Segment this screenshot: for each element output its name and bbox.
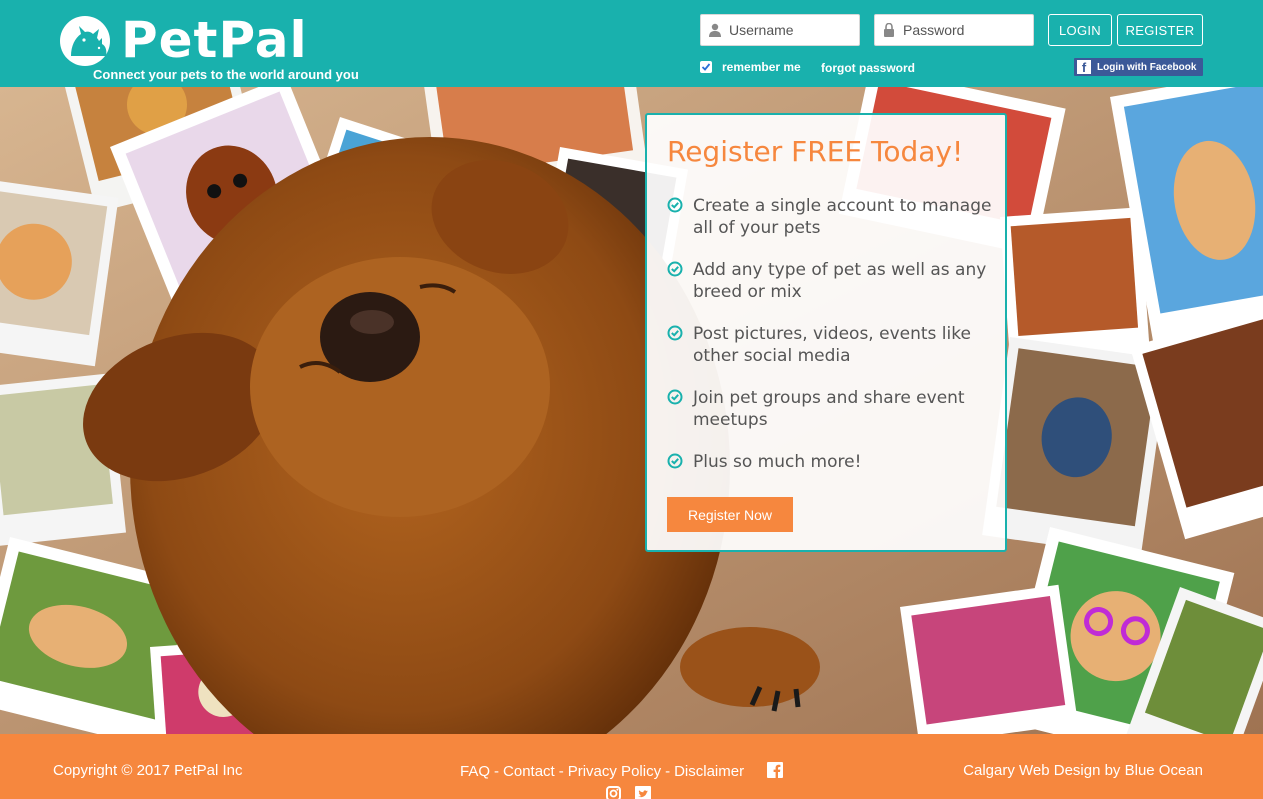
contact-link[interactable]: Contact — [503, 763, 555, 780]
design-credit[interactable]: Calgary Web Design by Blue Ocean — [963, 762, 1203, 779]
feature-text: Create a single account to manage all of… — [693, 196, 992, 238]
feature-text: Add any type of pet as well as any breed… — [693, 260, 987, 302]
feature-item: Post pictures, videos, events like other… — [667, 323, 993, 367]
register-card: Register FREE Today! Create a single acc… — [645, 113, 1007, 552]
copyright-text: Copyright © 2017 PetPal Inc — [53, 762, 243, 779]
hero-collage-image — [0, 87, 1263, 734]
facebook-login-label: Login with Facebook — [1097, 61, 1197, 73]
site-footer: Copyright © 2017 PetPal Inc FAQ - Contac… — [0, 734, 1263, 799]
remember-me[interactable]: remember me — [700, 60, 801, 74]
link-separator: - — [558, 763, 564, 780]
lock-icon — [875, 15, 903, 45]
forgot-password-link[interactable]: forgot password — [821, 61, 915, 75]
footer-links: FAQ - Contact - Privacy Policy - Disclai… — [460, 763, 744, 780]
check-circle-icon — [667, 325, 683, 341]
hero-background-photo: Register FREE Today! Create a single acc… — [0, 87, 1263, 734]
check-circle-icon — [667, 261, 683, 277]
user-icon — [701, 15, 729, 45]
link-separator: - — [494, 763, 500, 780]
check-circle-icon — [667, 197, 683, 213]
username-field[interactable] — [700, 14, 860, 46]
feature-item: Add any type of pet as well as any breed… — [667, 259, 993, 303]
site-header: PetPal Connect your pets to the world ar… — [0, 0, 1263, 87]
login-button[interactable]: LOGIN — [1048, 14, 1112, 46]
feature-text: Plus so much more! — [693, 452, 862, 472]
username-input[interactable] — [729, 16, 849, 44]
facebook-icon[interactable] — [767, 762, 783, 778]
feature-item: Plus so much more! — [667, 451, 993, 473]
check-circle-icon — [667, 389, 683, 405]
facebook-login-button[interactable]: f Login with Facebook — [1074, 58, 1203, 76]
faq-link[interactable]: FAQ — [460, 763, 490, 780]
twitter-icon[interactable] — [635, 786, 651, 799]
logo[interactable]: PetPal — [57, 10, 308, 70]
register-now-button[interactable]: Register Now — [667, 497, 793, 532]
remember-me-label: remember me — [722, 60, 801, 74]
logo-text: PetPal — [121, 11, 308, 69]
privacy-policy-link[interactable]: Privacy Policy — [568, 763, 661, 780]
disclaimer-link[interactable]: Disclaimer — [674, 763, 744, 780]
password-input[interactable] — [903, 16, 1023, 44]
instagram-icon[interactable] — [606, 786, 621, 799]
password-field[interactable] — [874, 14, 1034, 46]
register-button[interactable]: REGISTER — [1117, 14, 1203, 46]
check-circle-icon — [667, 453, 683, 469]
register-card-title: Register FREE Today! — [667, 135, 964, 168]
feature-item: Join pet groups and share event meetups — [667, 387, 993, 431]
facebook-icon: f — [1077, 60, 1091, 74]
link-separator: - — [665, 763, 671, 780]
feature-text: Join pet groups and share event meetups — [693, 388, 965, 430]
feature-item: Create a single account to manage all of… — [667, 195, 993, 239]
pet-logo-icon — [57, 12, 119, 68]
remember-me-checkbox[interactable] — [700, 61, 712, 73]
tagline: Connect your pets to the world around yo… — [93, 67, 359, 82]
feature-text: Post pictures, videos, events like other… — [693, 324, 971, 366]
